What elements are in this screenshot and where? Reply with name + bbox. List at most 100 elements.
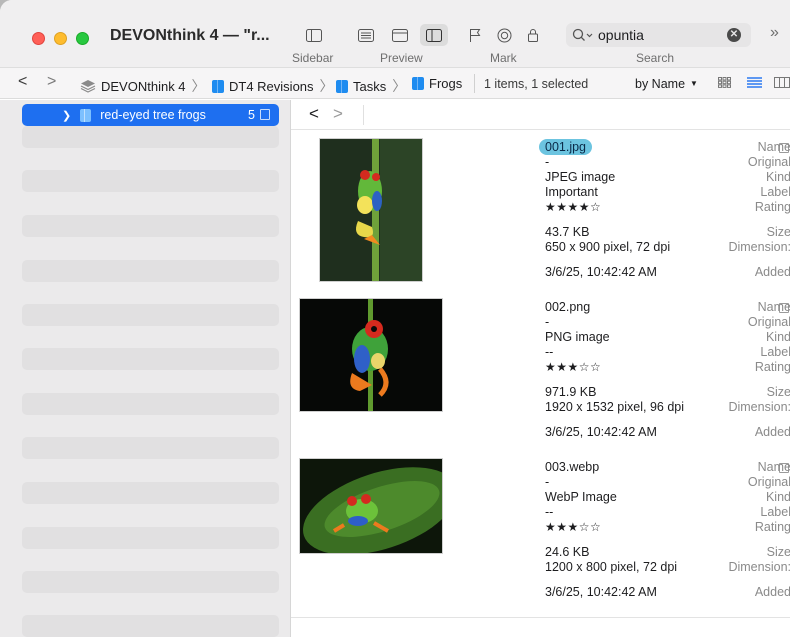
meta-key: Original [747, 155, 790, 169]
meta-key: Label [760, 345, 790, 359]
flag-button[interactable] [461, 24, 489, 46]
rating-stars[interactable]: ★★★☆☆ [545, 360, 601, 374]
sidebar-empty-row [22, 126, 279, 148]
forward-chevron-icon[interactable]: > [47, 73, 56, 91]
meta-added-row: Added 3/6/25, 10:42:42 AM [291, 585, 790, 601]
list-view-button[interactable] [747, 76, 762, 91]
unread-button[interactable] [490, 24, 518, 46]
breadcrumb-label: Tasks [353, 78, 387, 94]
meta-added-row: Added 3/6/25, 10:42:42 AM [291, 425, 790, 441]
meta-key: Original [747, 315, 790, 329]
breadcrumb-label: Frogs [429, 76, 463, 91]
meta-value: 3/6/25, 10:42:42 AM [545, 265, 657, 279]
back-chevron-icon[interactable]: < [309, 104, 319, 124]
zoom-window-button[interactable] [76, 32, 89, 45]
sidebar-empty-row [22, 304, 279, 326]
list-item[interactable]: Name 003.webp Original - Kind WebP Image… [291, 458, 790, 608]
sidebar-item-red-eyed-tree-frogs[interactable]: ❯ red-eyed tree frogs 5 [22, 104, 279, 126]
meta-name-row: Name 003.webp [291, 460, 790, 476]
toolbar: DEVONthink 4 — "r... Sidebar Preview Mar… [0, 0, 790, 68]
sidebar-toggle-button[interactable] [300, 24, 328, 46]
sidebar-icon [306, 28, 322, 42]
meta-value: 24.6 KB [545, 545, 590, 559]
disclosure-chevron-icon[interactable]: ❯ [62, 109, 71, 122]
sidebar-label: Sidebar [292, 51, 334, 65]
meta-kind-row: Kind PNG image [291, 330, 790, 346]
content-nav-bar: < > [291, 100, 790, 130]
sidebar-empty-row [22, 260, 279, 282]
breadcrumb-group[interactable]: DT4 Revisions 〉 [212, 76, 334, 96]
preview-list-button[interactable] [352, 24, 380, 46]
meta-value: WebP Image [545, 490, 617, 504]
item-name[interactable]: 003.webp [545, 460, 599, 474]
meta-value: - [545, 155, 550, 169]
preview-label: Preview [380, 51, 423, 65]
meta-original-row: Original - [291, 315, 790, 331]
meta-value: - [545, 315, 550, 329]
meta-label-row: Label -- [291, 505, 790, 521]
breadcrumb-separator-icon: 〉 [319, 78, 334, 94]
list-view-icon [747, 77, 762, 88]
group-folder-icon [412, 77, 424, 90]
list-item[interactable]: Name 002.png Original - Kind PNG image L… [291, 298, 790, 448]
sidebar-empty-row [22, 615, 279, 637]
item-name[interactable]: 001.jpg [539, 139, 593, 155]
search-field[interactable]: ✕ [566, 23, 751, 47]
minimize-window-button[interactable] [54, 32, 67, 45]
rating-stars[interactable]: ★★★☆☆ [545, 520, 601, 534]
meta-kind-row: Kind WebP Image [291, 490, 790, 506]
sidebar-empty-row [22, 571, 279, 593]
close-window-button[interactable] [32, 32, 45, 45]
list-layout-icon [358, 28, 374, 42]
meta-rating-row: Rating ★★★☆☆ [291, 360, 790, 376]
meta-original-row: Original - [291, 475, 790, 491]
meta-value: JPEG image [545, 170, 616, 184]
sidebar: ❯ red-eyed tree frogs 5 [0, 100, 291, 637]
meta-value: 650 x 900 pixel, 72 dpi [545, 240, 671, 254]
clear-search-icon[interactable]: ✕ [727, 28, 741, 42]
back-chevron-icon[interactable]: < [18, 73, 27, 91]
meta-value: 3/6/25, 10:42:42 AM [545, 585, 657, 599]
rating-stars[interactable]: ★★★★☆ [545, 200, 601, 214]
more-toolbar-chevrons-icon[interactable]: » [770, 24, 779, 42]
meta-dimension-row: Dimension: 1920 x 1532 pixel, 96 dpi [291, 400, 790, 416]
divider [291, 617, 790, 618]
icon-view-button[interactable] [718, 76, 731, 91]
search-input[interactable] [598, 27, 708, 43]
group-folder-icon [80, 108, 92, 122]
lock-button[interactable] [519, 24, 547, 46]
breadcrumb-group[interactable]: Tasks 〉 [336, 76, 406, 96]
meta-value: 971.9 KB [545, 385, 597, 399]
column-view-button[interactable] [774, 76, 790, 91]
meta-value: -- [545, 505, 554, 519]
list-item[interactable]: Name 001.jpg Original - Kind JPEG image … [291, 138, 790, 288]
document-icon [260, 109, 270, 120]
meta-key: Label [760, 505, 790, 519]
breadcrumb-separator-icon: 〉 [191, 78, 206, 94]
meta-name-row: Name 001.jpg [291, 139, 790, 156]
meta-label-row: Label -- [291, 345, 790, 361]
meta-size-row: Size 43.7 KB [291, 225, 790, 241]
meta-rating-row: Rating ★★★☆☆ [291, 520, 790, 536]
item-name[interactable]: 002.png [545, 300, 590, 314]
unread-circle-icon [497, 28, 511, 42]
database-stack-icon [80, 80, 96, 93]
preview-split-button[interactable] [386, 24, 414, 46]
split-vertical-icon [426, 28, 442, 42]
group-folder-icon [212, 79, 224, 93]
meta-original-row: Original - [291, 155, 790, 171]
meta-value: 3/6/25, 10:42:42 AM [545, 425, 657, 439]
meta-value: - [545, 475, 550, 489]
breadcrumb-database[interactable]: DEVONthink 4 〉 [80, 76, 206, 96]
sidebar-empty-row [22, 482, 279, 504]
item-count: 1 items, 1 selected [484, 77, 589, 91]
forward-chevron-icon[interactable]: > [333, 104, 343, 124]
preview-widescreen-button[interactable] [420, 24, 448, 46]
sidebar-empty-row [22, 215, 279, 237]
sidebar-empty-row [22, 393, 279, 415]
flag-icon [470, 29, 481, 42]
meta-value: 1920 x 1532 pixel, 96 dpi [545, 400, 684, 414]
breadcrumb-group[interactable]: Frogs [412, 76, 462, 91]
sidebar-item-label: red-eyed tree frogs [100, 108, 206, 122]
sort-menu[interactable]: by Name ▼ [635, 77, 698, 91]
